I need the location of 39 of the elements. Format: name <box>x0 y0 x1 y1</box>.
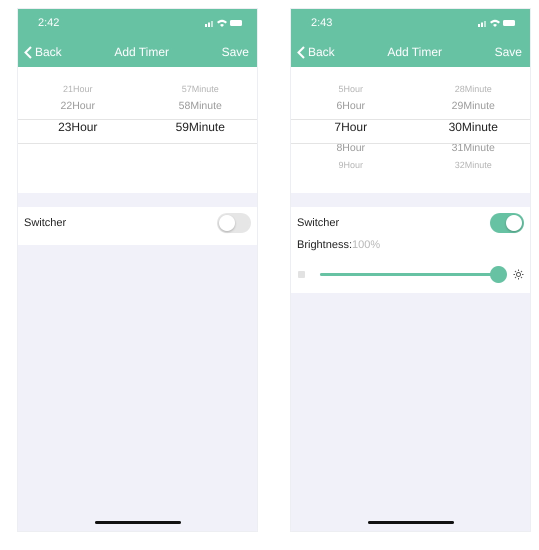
picker-selected-option[interactable]: 30Minute <box>442 120 498 134</box>
picker-option[interactable]: 32Minute <box>448 160 492 170</box>
status-time: 2:42 <box>38 17 60 29</box>
toggle-switch[interactable] <box>490 213 524 233</box>
screen-title: Add Timer <box>114 45 169 59</box>
status-icons <box>478 18 516 28</box>
brightness-value: 100% <box>352 239 380 251</box>
sun-icon <box>513 268 524 280</box>
picker-option[interactable]: 29Minute <box>446 100 495 112</box>
back-button[interactable]: Back <box>24 45 62 59</box>
switcher-label: Switcher <box>24 217 66 229</box>
slider-thumb[interactable] <box>490 266 507 282</box>
save-button[interactable]: Save <box>222 45 249 59</box>
picker-selected-option[interactable]: 59Minute <box>170 120 225 134</box>
back-button[interactable]: Back <box>297 45 335 59</box>
time-picker[interactable]: 21Hour 22Hour 23Hour 57Minute 58Minute 59Minute <box>18 67 257 193</box>
status-icons <box>205 18 243 28</box>
picker-option[interactable]: 31Minute <box>446 142 495 154</box>
brightness-label: Brightness: <box>297 239 352 251</box>
picker-option[interactable]: 21Hour <box>62 84 93 94</box>
picker-option[interactable]: 57Minute <box>176 84 219 94</box>
picker-option[interactable]: 6Hour <box>336 100 366 112</box>
picker-option[interactable]: 9Hour <box>338 160 363 170</box>
picker-option[interactable]: 28Minute <box>448 84 492 94</box>
dim-brightness-icon <box>297 270 306 278</box>
chevron-left-icon <box>297 46 305 58</box>
screen-title: Add Timer <box>387 45 442 59</box>
switcher-label: Switcher <box>297 217 340 229</box>
picker-selected-option[interactable]: 23Hour <box>58 120 98 134</box>
picker-option[interactable]: 58Minute <box>172 100 222 112</box>
save-button[interactable]: Save <box>494 45 522 59</box>
picker-option[interactable]: 22Hour <box>60 100 95 112</box>
picker-option[interactable]: 8Hour <box>336 142 366 154</box>
picker-selected-option[interactable]: 7Hour <box>334 120 368 134</box>
status-time: 2:43 <box>311 17 332 29</box>
time-picker[interactable]: 5Hour 6Hour 7Hour 8Hour 9Hour 28Minute 29Minute 30Minute 31Minute 32Minute <box>291 67 530 193</box>
picker-option[interactable]: 5Hour <box>338 84 363 94</box>
toggle-switch[interactable] <box>217 213 251 233</box>
chevron-left-icon <box>24 46 32 58</box>
